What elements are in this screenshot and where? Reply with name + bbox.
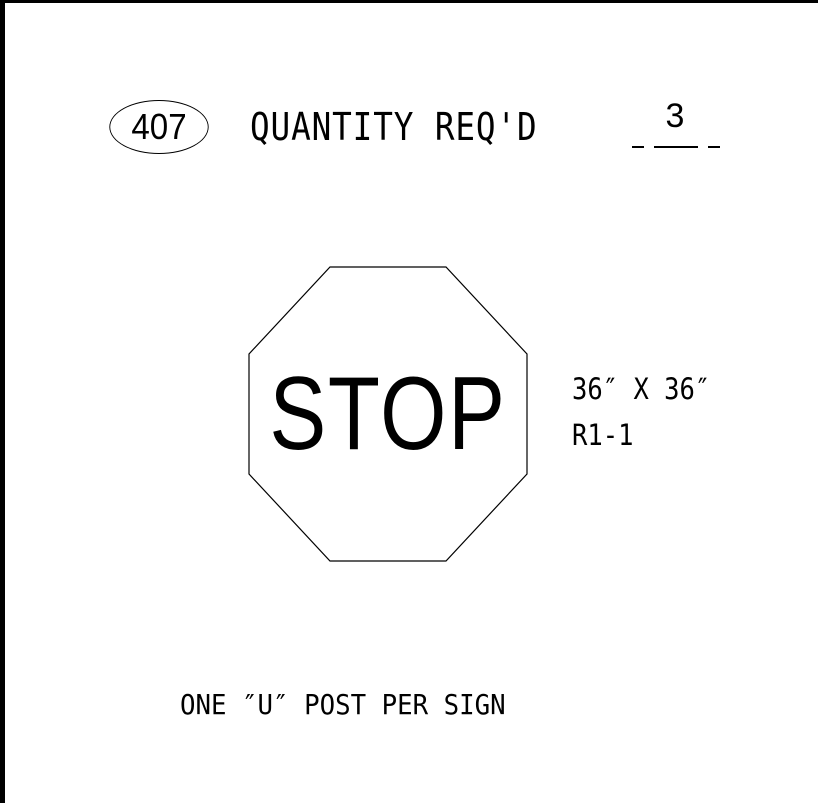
drawing-frame-left-border <box>0 0 5 803</box>
quantity-label: QUANTITY REQ'D <box>250 105 538 149</box>
post-note: ONE ″U″ POST PER SIGN <box>180 688 506 721</box>
item-callout-bubble: 407 <box>109 100 209 154</box>
sign-legend-text: STOP <box>269 356 507 472</box>
sign-size-label: 36″ X 36″ <box>572 372 711 406</box>
quantity-value: 3 <box>665 97 685 135</box>
drawing-frame-top-border <box>0 0 818 3</box>
quantity-blank-underline <box>632 146 720 148</box>
sign-code-label: R1-1 <box>572 418 634 452</box>
item-number: 407 <box>131 106 187 147</box>
